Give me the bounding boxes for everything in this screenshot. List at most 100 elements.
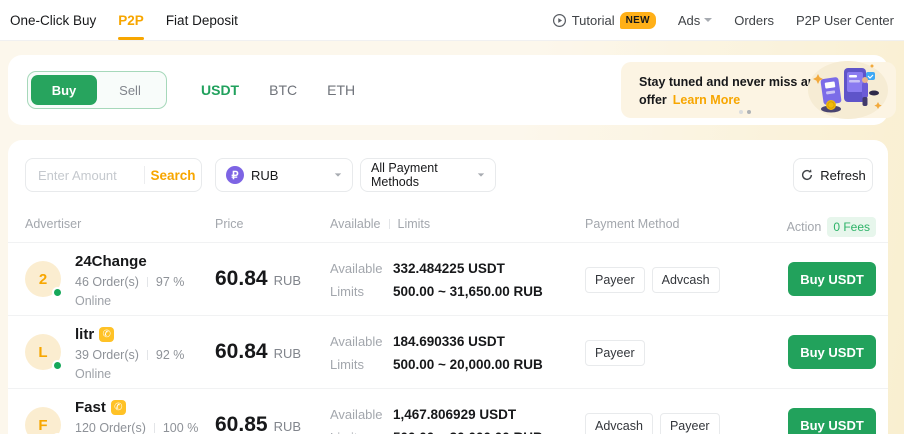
price-value: 60.84 — [215, 267, 268, 291]
limits-label: Limits — [330, 353, 393, 376]
available-limits-cell: Available 184.690336 USDT Limits 500.00 … — [330, 330, 543, 376]
buy-usdt-button[interactable]: Buy USDT — [788, 335, 876, 369]
nav-ads[interactable]: Ads — [678, 13, 712, 28]
top-nav: One-Click Buy P2P Fiat Deposit Tutorial … — [0, 0, 904, 41]
payment-method-chip: Payeer — [660, 413, 720, 434]
banner-illustration — [804, 60, 888, 120]
limits-value: 500.00 ~ 30,000.00 RUB — [393, 426, 543, 434]
limits-label: Limits — [330, 426, 393, 434]
nav-tutorial[interactable]: Tutorial NEW — [552, 12, 656, 29]
available-limits-cell: Available 332.484225 USDT Limits 500.00 … — [330, 257, 543, 303]
available-limits-cell: Available 1,467.806929 USDT Limits 500.0… — [330, 403, 543, 434]
order-count: 46 Order(s) — [75, 275, 139, 289]
available-value: 1,467.806929 USDT — [393, 403, 516, 426]
advertiser-stats: 39 Order(s) 92 % — [75, 348, 184, 362]
avatar-initial: F — [38, 417, 47, 434]
coin-tabs: USDT BTC ETH — [201, 55, 355, 125]
buy-tab[interactable]: Buy — [31, 75, 97, 105]
avatar[interactable]: L — [25, 334, 61, 370]
nav-p2p-user-center[interactable]: P2P User Center — [796, 13, 894, 28]
nav-fiat-deposit[interactable]: Fiat Deposit — [166, 13, 238, 28]
advertiser-stats: 46 Order(s) 97 % — [75, 275, 184, 289]
header-action: Action 0 Fees — [787, 217, 876, 237]
offers-card: Search ₽ RUB All Payment Methods Refresh… — [8, 140, 888, 434]
carousel-dot[interactable] — [739, 110, 743, 114]
header-available-limits: Available Limits — [330, 217, 430, 231]
offer-rows: 2 24Change 46 Order(s) 97 % Online 60.84… — [8, 242, 888, 434]
tab-btc[interactable]: BTC — [269, 82, 297, 98]
limits-label: Limits — [330, 280, 393, 303]
chevron-down-icon — [335, 173, 341, 176]
online-status-label: Online — [75, 294, 111, 308]
order-count: 120 Order(s) — [75, 421, 146, 434]
banner-text: Stay tuned and never miss any offerLearn… — [639, 73, 822, 109]
available-label: Available — [330, 403, 393, 426]
zero-fees-badge: 0 Fees — [827, 217, 876, 237]
payment-methods-cell: Payeer Advcash — [585, 243, 720, 316]
banner-carousel-dots — [739, 110, 751, 114]
payment-method-chip: Advcash — [585, 413, 653, 434]
buy-usdt-button[interactable]: Buy USDT — [788, 408, 876, 434]
payment-method-select[interactable]: All Payment Methods — [360, 158, 496, 192]
available-label: Available — [330, 330, 393, 353]
chevron-down-icon — [478, 173, 484, 176]
carousel-dot[interactable] — [747, 110, 751, 114]
completion-rate: 97 % — [156, 275, 185, 289]
ads-label: Ads — [678, 13, 700, 28]
avatar[interactable]: F — [25, 407, 61, 434]
header-limits: Limits — [398, 217, 431, 231]
header-advertiser: Advertiser — [25, 217, 81, 231]
nav-one-click-buy[interactable]: One-Click Buy — [10, 13, 96, 28]
payment-methods-cell: Advcash Payeer — [585, 389, 720, 434]
table-header: Advertiser Price Available Limits Paymen… — [8, 208, 888, 242]
refresh-label: Refresh — [820, 168, 866, 183]
divider — [147, 350, 148, 360]
banner-line2: offer — [639, 93, 667, 107]
banner-learn-more-link[interactable]: Learn More — [673, 93, 740, 107]
advertiser-name[interactable]: litr — [75, 326, 94, 343]
online-status-dot — [52, 287, 63, 298]
tab-eth[interactable]: ETH — [327, 82, 355, 98]
verified-merchant-icon — [99, 327, 114, 342]
avatar-initial: L — [38, 344, 47, 361]
avatar[interactable]: 2 — [25, 261, 61, 297]
available-value: 184.690336 USDT — [393, 330, 505, 353]
online-status-dot — [52, 360, 63, 371]
available-value: 332.484225 USDT — [393, 257, 505, 280]
new-badge: NEW — [620, 12, 656, 29]
completion-rate: 100 % — [163, 421, 198, 434]
price-cell: 60.85 RUB — [215, 413, 301, 434]
search-button[interactable]: Search — [145, 168, 201, 183]
play-circle-icon — [552, 13, 567, 28]
nav-p2p[interactable]: P2P — [118, 13, 144, 28]
buy-usdt-button[interactable]: Buy USDT — [788, 262, 876, 296]
advertiser-name[interactable]: 24Change — [75, 253, 147, 270]
sell-tab[interactable]: Sell — [97, 75, 163, 105]
tab-usdt[interactable]: USDT — [201, 82, 239, 98]
refresh-button[interactable]: Refresh — [793, 158, 873, 192]
available-label: Available — [330, 257, 393, 280]
limits-value: 500.00 ~ 31,650.00 RUB — [393, 280, 543, 303]
price-currency: RUB — [274, 419, 301, 434]
advertiser-name[interactable]: Fast — [75, 399, 106, 416]
tutorial-label: Tutorial — [572, 13, 615, 28]
price-cell: 60.84 RUB — [215, 267, 301, 291]
promo-banner[interactable]: Stay tuned and never miss any offerLearn… — [621, 62, 896, 118]
trade-panel-card: Buy Sell USDT BTC ETH Stay tuned and nev… — [8, 55, 888, 125]
divider — [389, 219, 390, 229]
price-currency: RUB — [274, 273, 301, 288]
completion-rate: 92 % — [156, 348, 185, 362]
currency-select[interactable]: ₽ RUB — [215, 158, 353, 192]
payment-method-chip: Payeer — [585, 267, 645, 293]
price-currency: RUB — [274, 346, 301, 361]
price-value: 60.85 — [215, 413, 268, 434]
verified-merchant-icon — [111, 400, 126, 415]
amount-input[interactable] — [26, 168, 144, 183]
nav-orders[interactable]: Orders — [734, 13, 774, 28]
price-value: 60.84 — [215, 340, 268, 364]
avatar-initial: 2 — [39, 271, 47, 288]
buy-sell-toggle: Buy Sell — [27, 71, 167, 109]
online-status-label: Online — [75, 367, 111, 381]
payment-method-chip: Payeer — [585, 340, 645, 366]
divider — [147, 277, 148, 287]
